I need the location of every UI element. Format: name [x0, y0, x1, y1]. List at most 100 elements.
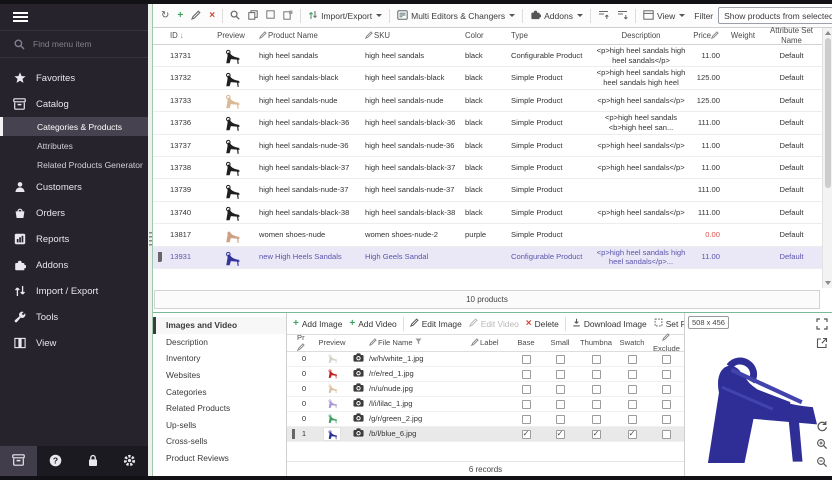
column-header-id[interactable]: ID ↓ [163, 31, 205, 41]
help-button[interactable]: ? [37, 446, 74, 476]
checkbox-cell[interactable] [577, 415, 615, 424]
checkbox-cell[interactable] [649, 355, 684, 364]
product-row-13737[interactable]: 13737 high heel sandals-nude-36high heel… [153, 135, 822, 157]
checkbox-cell[interactable] [577, 400, 615, 409]
checkbox-cell[interactable] [543, 355, 577, 364]
sidebar-item-reports[interactable]: Reports [0, 226, 148, 252]
tab-up-sells[interactable]: Up-sells [153, 417, 286, 434]
checkbox-cell[interactable] [509, 385, 543, 394]
checkbox-cell[interactable] [615, 385, 649, 394]
checkbox-cell[interactable]: ✓ [543, 430, 577, 439]
sidebar-search[interactable]: Find menu item [0, 31, 148, 58]
sidebar-item-related-products-generator[interactable]: Related Products Generator [0, 155, 148, 174]
checkbox-cell[interactable] [509, 415, 543, 424]
expand-groups-button[interactable] [614, 8, 631, 24]
sidebar-item-view[interactable]: View [0, 330, 148, 356]
checkbox-cell[interactable] [577, 355, 615, 364]
filter-select[interactable]: Show products from selected categories [718, 7, 832, 24]
sidebar-item-favorites[interactable]: Favorites [0, 65, 148, 91]
product-row-13736[interactable]: 13736 high heel sandals-black-36high hee… [153, 112, 822, 134]
column-header-description[interactable]: Description [593, 31, 689, 41]
tab-images-and-video[interactable]: Images and Video [153, 317, 286, 334]
column-header-swatch[interactable]: Swatch [615, 338, 649, 347]
add-image-button[interactable]: +Add Image [290, 316, 345, 331]
column-header-thumbnail[interactable]: Thumbna [577, 338, 615, 347]
edit-image-button[interactable]: Edit Image [407, 316, 465, 331]
image-row-l-i-lilac-1-jpg[interactable]: 0 /l/i/lilac_1.jpg [287, 397, 684, 412]
collapse-groups-button[interactable] [595, 8, 612, 24]
column-header-weight[interactable]: Weight [725, 31, 761, 41]
image-row-n-u-nude-jpg[interactable]: 0 /n/u/nude.jpg [287, 382, 684, 397]
checkbox-cell[interactable] [649, 385, 684, 394]
checkbox-cell[interactable] [649, 430, 684, 439]
tab-product-reviews[interactable]: Product Reviews [153, 450, 286, 467]
checkbox-cell[interactable] [577, 370, 615, 379]
sidebar-item-customers[interactable]: Customers [0, 174, 148, 200]
sidebar-item-import-export[interactable]: Import / Export [0, 278, 148, 304]
set-resize-rule-button[interactable]: Set Resize Rule [651, 316, 684, 331]
checkbox-cell[interactable] [615, 355, 649, 364]
checkbox-cell[interactable]: ✓ [577, 430, 615, 439]
sidebar-item-catalog[interactable]: Catalog [0, 91, 148, 117]
tab-websites[interactable]: Websites [153, 367, 286, 384]
zoom-in-icon[interactable] [815, 437, 828, 450]
product-row-13739[interactable]: 13739 high heel sandals-nude-37high heel… [153, 179, 822, 201]
delete-button[interactable]: ×Delete [523, 316, 562, 331]
checkbox-cell[interactable] [543, 415, 577, 424]
add-video-button[interactable]: +Add Video [346, 316, 399, 331]
import-export-menu[interactable]: Import/Export [305, 8, 385, 24]
copy-button[interactable] [245, 8, 261, 24]
product-row-13738[interactable]: 13738 high heel sandals-black-37high hee… [153, 157, 822, 179]
column-header-color[interactable]: Color [463, 31, 509, 41]
checkbox-cell[interactable] [509, 355, 543, 364]
checkbox-cell[interactable] [509, 400, 543, 409]
addons-menu[interactable]: Addons [527, 7, 586, 24]
sidebar-item-attributes[interactable]: Attributes [0, 136, 148, 155]
select-cell-button[interactable] [263, 8, 278, 23]
refresh-button[interactable]: ↻ [158, 9, 172, 23]
search-products-button[interactable] [227, 8, 243, 24]
column-header-label[interactable]: Label [469, 338, 509, 348]
checkbox-cell[interactable] [543, 400, 577, 409]
download-image-button[interactable]: Download Image [569, 316, 650, 331]
delete-product-button[interactable]: × [206, 9, 218, 23]
image-row-g-r-green-2-jpg[interactable]: 0 /g/r/green_2.jpg [287, 412, 684, 427]
checkbox-cell[interactable] [649, 400, 684, 409]
column-header-base[interactable]: Base [509, 338, 543, 347]
tab-categories[interactable]: Categories [153, 383, 286, 400]
column-header-sku[interactable]: SKU [363, 31, 463, 42]
lock-button[interactable] [74, 446, 111, 476]
image-row-r-e-red-1-jpg[interactable]: 0 /r/e/red_1.jpg [287, 367, 684, 382]
product-row-13733[interactable]: 13733 high heel sandals-nudehigh heel sa… [153, 90, 822, 112]
fullscreen-icon[interactable] [815, 317, 828, 330]
product-row-13731[interactable]: 13731 high heel sandalshigh heel sandals… [153, 45, 822, 67]
sidebar-item-tools[interactable]: Tools [0, 304, 148, 330]
checkbox-cell[interactable] [615, 415, 649, 424]
edit-product-button[interactable] [188, 8, 204, 24]
column-header-exclude[interactable]: Exclude [649, 333, 684, 353]
product-row-13817[interactable]: 13817 women shoes-nudewomen shoes-nude-2… [153, 224, 822, 246]
column-header-product-name[interactable]: Product Name [257, 31, 363, 42]
duplicate-button[interactable] [280, 8, 296, 24]
vertical-scrollbar[interactable] [822, 28, 832, 288]
rotate-icon[interactable] [815, 419, 828, 432]
image-row-b-l-blue-6-jpg[interactable]: 1 /b/l/blue_6.jpg✓✓✓✓ [287, 427, 684, 442]
zoom-out-icon[interactable] [815, 455, 828, 468]
tab-inventory[interactable]: Inventory [153, 350, 286, 367]
column-header-small[interactable]: Small [543, 338, 577, 347]
store-button[interactable] [0, 446, 37, 476]
view-menu[interactable]: View [640, 8, 688, 24]
column-header-type[interactable]: Type [509, 31, 593, 41]
open-external-icon[interactable] [815, 336, 828, 349]
checkbox-cell[interactable] [615, 370, 649, 379]
column-header-preview[interactable]: Preview [205, 31, 257, 41]
add-product-button[interactable]: + [174, 9, 186, 23]
checkbox-cell[interactable] [509, 370, 543, 379]
hamburger-menu-icon[interactable] [13, 12, 28, 22]
multi-editors-menu[interactable]: Multi Editors & Changers [394, 8, 518, 24]
column-header-preview[interactable]: Preview [313, 338, 351, 347]
checkbox-cell[interactable]: ✓ [509, 430, 543, 439]
checkbox-cell[interactable]: ✓ [615, 430, 649, 439]
sidebar-item-categories-products[interactable]: Categories & Products [0, 117, 148, 136]
column-header-price[interactable]: Price [689, 31, 725, 42]
